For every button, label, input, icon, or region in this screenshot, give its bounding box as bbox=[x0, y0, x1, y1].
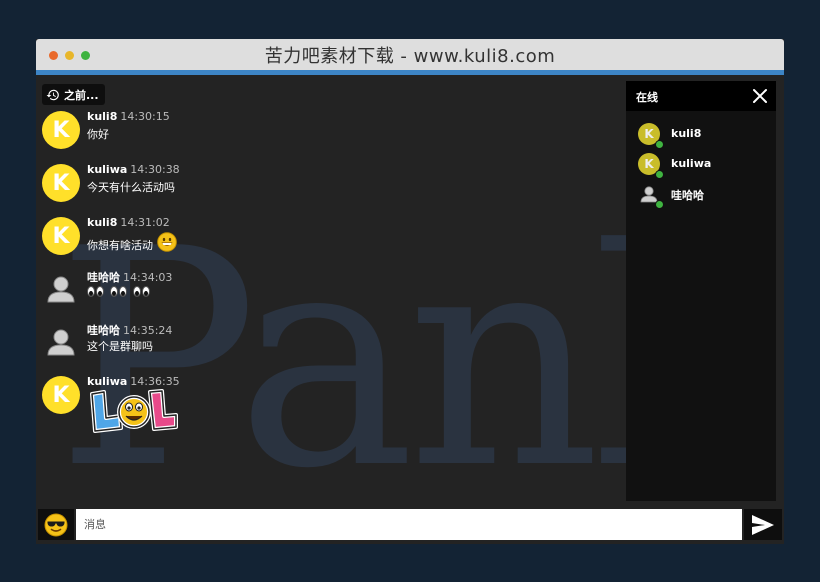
avatar[interactable] bbox=[42, 323, 80, 361]
message-sticker bbox=[86, 388, 180, 434]
message-sender: kuli8 bbox=[87, 110, 118, 123]
message-time: 14:31:02 bbox=[120, 216, 170, 229]
message-text bbox=[87, 286, 150, 297]
send-icon bbox=[752, 514, 774, 535]
message-sender: 哇哈哈 bbox=[87, 271, 120, 284]
message-body: 这个是群聊吗 bbox=[87, 340, 153, 353]
message-time: 14:35:24 bbox=[123, 324, 173, 337]
avatar[interactable]: K bbox=[42, 164, 80, 202]
user-icon bbox=[47, 276, 75, 303]
lol-sticker-icon bbox=[90, 389, 178, 433]
message-text: 这个是群聊吗 bbox=[87, 338, 153, 354]
sunglasses-emoji-icon bbox=[44, 513, 68, 536]
message-meta: 哇哈哈 14:35:24 bbox=[87, 322, 172, 338]
emoji-picker-button[interactable] bbox=[38, 509, 74, 540]
message-meta: kuliwa 14:36:35 bbox=[87, 375, 180, 388]
message-meta: kuli8 14:31:02 bbox=[87, 216, 170, 229]
send-button[interactable] bbox=[744, 509, 782, 540]
online-user-item[interactable]: K kuliwa bbox=[638, 153, 768, 179]
message-sender: 哇哈哈 bbox=[87, 324, 120, 337]
chat-message: K kuli8 14:31:02 你想有啥活动 bbox=[42, 216, 602, 265]
online-status-dot bbox=[655, 170, 664, 179]
window-titlebar: 苦力吧素材下载 - www.kuli8.com bbox=[36, 39, 784, 70]
eyes-emoji-icon bbox=[87, 286, 104, 297]
online-status-dot bbox=[655, 200, 664, 209]
chat-message: 哇哈哈 14:35:24 这个是群聊吗 bbox=[42, 323, 602, 371]
window-title: 苦力吧素材下载 - www.kuli8.com bbox=[264, 46, 556, 67]
chat-message: K kuliwa 14:36:35 bbox=[42, 375, 602, 436]
online-user-name: kuliwa bbox=[671, 157, 712, 170]
message-text: 你好 bbox=[87, 126, 109, 142]
grin-emoji-icon bbox=[157, 232, 177, 252]
eyes-emoji-group bbox=[87, 286, 150, 297]
load-history-button[interactable]: 之前... bbox=[42, 84, 105, 105]
online-users-panel: 在线 K kuli8 K kuliwa 哇哈哈 bbox=[626, 81, 776, 501]
online-panel-title: 在线 bbox=[636, 91, 658, 104]
message-time: 14:30:15 bbox=[120, 110, 170, 123]
eyes-emoji-icon bbox=[110, 286, 127, 297]
message-meta: kuliwa 14:30:38 bbox=[87, 163, 180, 176]
message-body: 你好 bbox=[87, 128, 109, 141]
online-user-name: 哇哈哈 bbox=[671, 189, 704, 202]
chat-message: K kuli8 14:30:15 你好 bbox=[42, 110, 602, 159]
online-user-item[interactable]: K kuli8 bbox=[638, 123, 768, 149]
online-user-item[interactable]: 哇哈哈 bbox=[638, 183, 768, 209]
message-body: 今天有什么活动吗 bbox=[87, 181, 175, 194]
avatar[interactable]: K bbox=[42, 376, 80, 414]
avatar[interactable]: K bbox=[42, 111, 80, 149]
avatar[interactable]: K bbox=[42, 217, 80, 255]
message-meta: kuli8 14:30:15 bbox=[87, 110, 170, 123]
load-history-label: 之前... bbox=[64, 88, 99, 102]
message-sender: kuli8 bbox=[87, 216, 118, 229]
message-input[interactable] bbox=[76, 509, 742, 540]
user-icon bbox=[47, 329, 75, 356]
online-user-name: kuli8 bbox=[671, 127, 702, 140]
close-icon[interactable] bbox=[752, 88, 768, 104]
message-sender: kuliwa bbox=[87, 163, 128, 176]
chat-window: 苦力吧素材下载 - www.kuli8.com Panl 之前... K kul… bbox=[36, 39, 784, 544]
online-status-dot bbox=[655, 140, 664, 149]
message-sender: kuliwa bbox=[87, 375, 128, 388]
chat-message: K kuliwa 14:30:38 今天有什么活动吗 bbox=[42, 163, 602, 212]
chat-area: Panl 之前... K kuli8 14:30:15 你好 K kuliwa 14… bbox=[36, 75, 784, 544]
message-composer bbox=[38, 509, 782, 540]
message-time: 14:34:03 bbox=[123, 271, 173, 284]
message-meta: 哇哈哈 14:34:03 bbox=[87, 269, 172, 285]
message-text: 今天有什么活动吗 bbox=[87, 179, 175, 195]
message-body: 你想有啥活动 bbox=[87, 239, 153, 252]
message-text: 你想有啥活动 bbox=[87, 231, 177, 253]
chat-message: 哇哈哈 14:34:03 bbox=[42, 270, 602, 318]
message-time: 14:30:38 bbox=[130, 163, 180, 176]
eyes-emoji-icon bbox=[133, 286, 150, 297]
online-panel-header: 在线 bbox=[626, 81, 776, 111]
history-icon bbox=[46, 89, 59, 100]
avatar[interactable] bbox=[42, 270, 80, 308]
message-time: 14:36:35 bbox=[130, 375, 180, 388]
